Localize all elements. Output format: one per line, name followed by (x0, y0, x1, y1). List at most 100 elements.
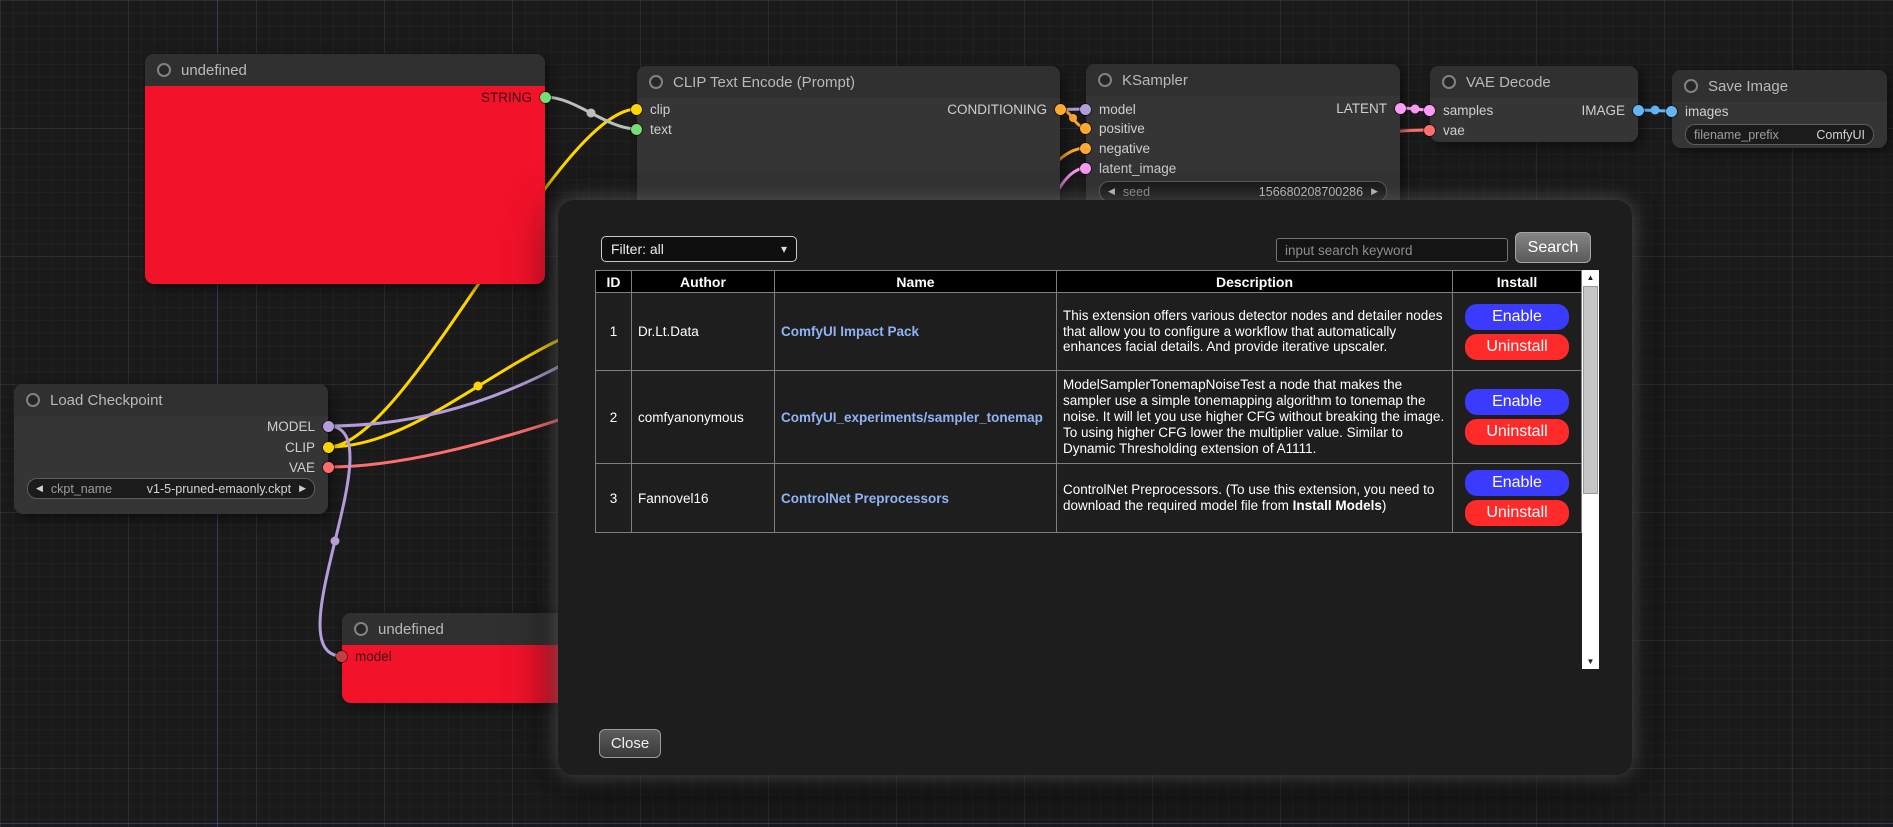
slot-label: VAE (289, 460, 315, 475)
cell-install: Enable Uninstall (1453, 371, 1582, 464)
enable-button[interactable]: Enable (1465, 389, 1569, 415)
slot-label: clip (650, 102, 670, 117)
enable-button[interactable]: Enable (1465, 304, 1569, 330)
scroll-up-icon[interactable]: ▲ (1582, 270, 1599, 285)
output-slot-string: STRING (481, 89, 551, 105)
output-pin-latent[interactable] (1395, 103, 1406, 114)
table-header-row: ID Author Name Description Install (596, 271, 1582, 293)
node-header[interactable]: undefined (342, 613, 572, 645)
uninstall-button[interactable]: Uninstall (1465, 334, 1569, 360)
missing-node-body (145, 86, 545, 284)
node-header[interactable]: Save Image (1672, 70, 1887, 102)
collapse-dot-icon[interactable] (26, 393, 40, 407)
link-midpoint-dot[interactable] (1069, 114, 1077, 122)
cell-description: This extension offers various detector n… (1057, 293, 1453, 371)
node-title: undefined (181, 62, 247, 79)
node-header[interactable]: Load Checkpoint (14, 384, 328, 416)
ckpt-name-widget[interactable]: ◀ ckpt_name v1-5-pruned-emaonly.ckpt ▶ (27, 478, 315, 499)
scrollbar[interactable]: ▲ ▼ (1582, 270, 1599, 669)
output-slot-conditioning: CONDITIONING (947, 101, 1066, 117)
slot-label: samples (1443, 103, 1493, 118)
input-pin-clip[interactable] (631, 104, 642, 115)
input-pin-model[interactable] (336, 651, 347, 662)
extensions-table-container: ID Author Name Description Install 1 Dr.… (595, 270, 1598, 669)
input-pin-model[interactable] (1080, 104, 1091, 115)
node-vae-decode[interactable]: VAE Decode samples vae IMAGE (1430, 66, 1638, 142)
cell-author: Dr.Lt.Data (632, 293, 775, 371)
node-header[interactable]: KSampler (1086, 64, 1400, 96)
output-slot-image: IMAGE (1581, 102, 1644, 118)
slot-label: text (650, 122, 672, 137)
output-pin-image[interactable] (1633, 105, 1644, 116)
seed-widget[interactable]: ◀ seed 156680208700286 ▶ (1099, 181, 1387, 202)
input-slot-latent-image: latent_image (1080, 160, 1176, 176)
collapse-dot-icon[interactable] (1098, 73, 1112, 87)
slot-label: CONDITIONING (947, 102, 1047, 117)
link-midpoint-dot[interactable] (587, 109, 596, 118)
table-row: 2 comfyanonymous ComfyUI_experiments/sam… (596, 371, 1582, 464)
node-load-checkpoint[interactable]: Load Checkpoint MODEL CLIP VAE ◀ ckpt_na… (14, 384, 328, 514)
input-pin-samples[interactable] (1424, 105, 1435, 116)
output-pin-model[interactable] (323, 421, 334, 432)
cell-id: 3 (596, 464, 632, 533)
link-midpoint-dot[interactable] (1411, 105, 1420, 114)
node-undefined-bottom[interactable]: undefined model (342, 613, 572, 703)
input-pin-images[interactable] (1666, 106, 1677, 117)
decrement-arrow-icon[interactable]: ◀ (1108, 187, 1115, 196)
node-header[interactable]: undefined (145, 54, 545, 86)
increment-arrow-icon[interactable]: ▶ (1371, 187, 1378, 196)
collapse-dot-icon[interactable] (649, 75, 663, 89)
input-pin-positive[interactable] (1080, 123, 1091, 134)
search-input[interactable] (1276, 238, 1508, 262)
column-header-name: Name (775, 271, 1057, 293)
uninstall-button[interactable]: Uninstall (1465, 500, 1569, 526)
filter-select-value: Filter: all (611, 241, 664, 257)
link-midpoint-dot[interactable] (1651, 106, 1660, 115)
cell-author: Fannovel16 (632, 464, 775, 533)
cell-description: ModelSamplerTonemapNoiseTest a node that… (1057, 371, 1453, 464)
collapse-dot-icon[interactable] (157, 63, 171, 77)
enable-button[interactable]: Enable (1465, 470, 1569, 496)
node-undefined-top[interactable]: undefined STRING (145, 54, 545, 284)
cell-install: Enable Uninstall (1453, 464, 1582, 533)
column-header-id: ID (596, 271, 632, 293)
input-pin-vae[interactable] (1424, 125, 1435, 136)
scroll-down-icon[interactable]: ▼ (1582, 654, 1599, 669)
output-pin-clip[interactable] (323, 442, 334, 453)
increment-arrow-icon[interactable]: ▶ (299, 484, 306, 493)
filter-select[interactable]: Filter: all ▾ (601, 236, 797, 262)
collapse-dot-icon[interactable] (1684, 79, 1698, 93)
node-header[interactable]: CLIP Text Encode (Prompt) (637, 66, 1060, 98)
output-pin-conditioning[interactable] (1055, 104, 1066, 115)
link-midpoint-dot[interactable] (331, 537, 340, 546)
uninstall-button[interactable]: Uninstall (1465, 419, 1569, 445)
node-save-image[interactable]: Save Image images filename_prefix ComfyU… (1672, 70, 1887, 148)
comfyui-canvas[interactable]: undefined STRING CLIP Text Encode (Promp… (0, 0, 1893, 827)
decrement-arrow-icon[interactable]: ◀ (36, 484, 43, 493)
widget-label: seed (1123, 185, 1150, 199)
input-pin-text[interactable] (631, 124, 642, 135)
scrollbar-thumb[interactable] (1583, 286, 1598, 494)
extension-link[interactable]: ComfyUI Impact Pack (781, 324, 919, 339)
output-pin-string[interactable] (540, 92, 551, 103)
extension-link[interactable]: ComfyUI_experiments/sampler_tonemap (781, 410, 1043, 425)
slot-label: IMAGE (1581, 103, 1625, 118)
manager-install-extensions-dialog: Filter: all ▾ Search ID Author Name Desc… (558, 200, 1632, 775)
slot-label: latent_image (1099, 161, 1176, 176)
input-slot-negative: negative (1080, 140, 1150, 156)
input-pin-negative[interactable] (1080, 143, 1091, 154)
column-header-description: Description (1057, 271, 1453, 293)
output-pin-vae[interactable] (323, 462, 334, 473)
input-pin-latent-image[interactable] (1080, 163, 1091, 174)
node-header[interactable]: VAE Decode (1430, 66, 1638, 98)
collapse-dot-icon[interactable] (1442, 75, 1456, 89)
chevron-down-icon: ▾ (781, 242, 787, 256)
collapse-dot-icon[interactable] (354, 622, 368, 636)
search-button[interactable]: Search (1515, 232, 1591, 263)
node-title: Load Checkpoint (50, 392, 163, 409)
link-midpoint-dot[interactable] (474, 382, 483, 391)
filename-prefix-widget[interactable]: filename_prefix ComfyUI (1685, 124, 1874, 145)
extensions-table: ID Author Name Description Install 1 Dr.… (595, 270, 1582, 533)
extension-link[interactable]: ControlNet Preprocessors (781, 491, 949, 506)
close-button[interactable]: Close (599, 729, 661, 758)
